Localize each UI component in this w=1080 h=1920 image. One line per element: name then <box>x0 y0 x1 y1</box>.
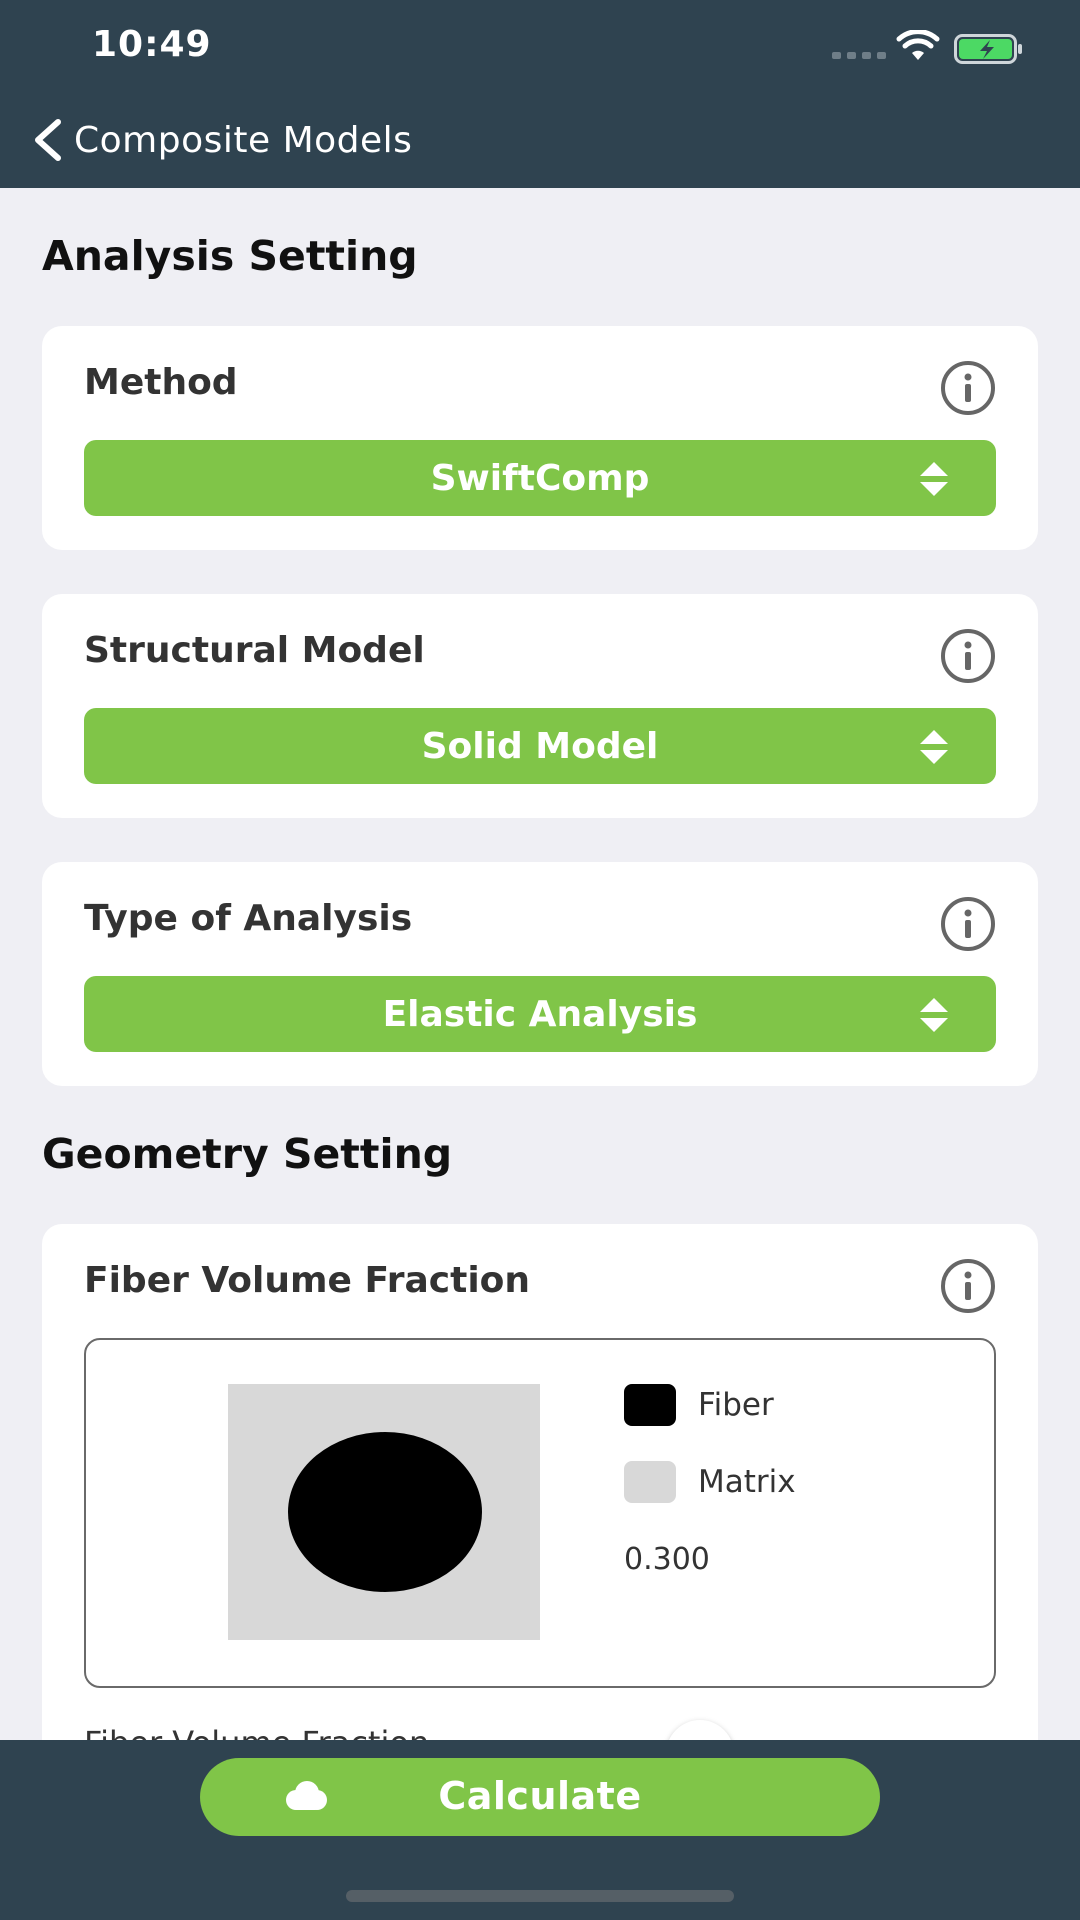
info-icon[interactable] <box>940 360 996 416</box>
battery-charging-icon <box>954 34 1022 64</box>
info-icon[interactable] <box>940 628 996 684</box>
method-card: Method SwiftComp <box>42 326 1038 550</box>
type-of-analysis-card: Type of Analysis Elastic Analysis <box>42 862 1038 1086</box>
fiber-volume-fraction-slider-thumb[interactable] <box>666 1720 734 1740</box>
status-time: 10:49 <box>92 24 212 65</box>
up-down-arrows-icon <box>920 462 948 496</box>
geometry-setting-heading: Geometry Setting <box>42 1130 453 1178</box>
matrix-square <box>228 1384 540 1640</box>
type-of-analysis-label: Type of Analysis <box>84 898 413 939</box>
structural-model-picker-value: Solid Model <box>421 725 659 767</box>
legend-item-matrix: Matrix <box>624 1461 796 1503</box>
fiber-swatch <box>624 1384 676 1426</box>
structural-model-label: Structural Model <box>84 630 425 671</box>
fiber-volume-fraction-label: Fiber Volume Fraction <box>84 1260 531 1301</box>
chevron-left-icon <box>35 119 61 161</box>
matrix-swatch <box>624 1461 676 1503</box>
navigation-bar: Composite Models <box>0 96 1080 188</box>
up-down-arrows-icon <box>920 730 948 764</box>
legend-label-fiber: Fiber <box>698 1387 774 1423</box>
cellular-signal-icon <box>832 52 886 59</box>
fiber-volume-fraction-value: 0.300 <box>624 1542 710 1577</box>
fiber-volume-preview: Fiber Matrix 0.300 <box>84 1338 996 1688</box>
home-indicator <box>346 1890 734 1902</box>
legend-label-matrix: Matrix <box>698 1464 796 1500</box>
calculate-button-label: Calculate <box>438 1774 642 1818</box>
analysis-setting-heading: Analysis Setting <box>42 232 418 280</box>
info-icon[interactable] <box>940 896 996 952</box>
fiber-volume-fraction-slider-label: Fiber Volume Fraction <box>84 1724 429 1740</box>
settings-scroll-view[interactable]: Analysis Setting Method SwiftComp Struct… <box>0 188 1080 1740</box>
type-of-analysis-picker[interactable]: Elastic Analysis <box>84 976 996 1052</box>
up-down-arrows-icon <box>920 998 948 1032</box>
fiber-volume-fraction-card: Fiber Volume Fraction Fiber Matrix 0.300… <box>42 1224 1038 1740</box>
status-bar: 10:49 <box>0 0 1080 96</box>
structural-model-picker[interactable]: Solid Model <box>84 708 996 784</box>
legend-item-fiber: Fiber <box>624 1384 774 1426</box>
calculate-button[interactable]: Calculate <box>200 1758 880 1836</box>
back-button[interactable]: Composite Models <box>30 116 412 164</box>
bottom-toolbar: Calculate <box>0 1740 1080 1920</box>
wifi-icon <box>896 30 940 60</box>
type-of-analysis-picker-value: Elastic Analysis <box>382 993 698 1035</box>
info-icon[interactable] <box>940 1258 996 1314</box>
structural-model-card: Structural Model Solid Model <box>42 594 1038 818</box>
method-picker-value: SwiftComp <box>430 457 650 499</box>
method-picker[interactable]: SwiftComp <box>84 440 996 516</box>
method-label: Method <box>84 362 238 403</box>
back-button-label: Composite Models <box>74 119 413 161</box>
fiber-circle <box>288 1432 482 1592</box>
